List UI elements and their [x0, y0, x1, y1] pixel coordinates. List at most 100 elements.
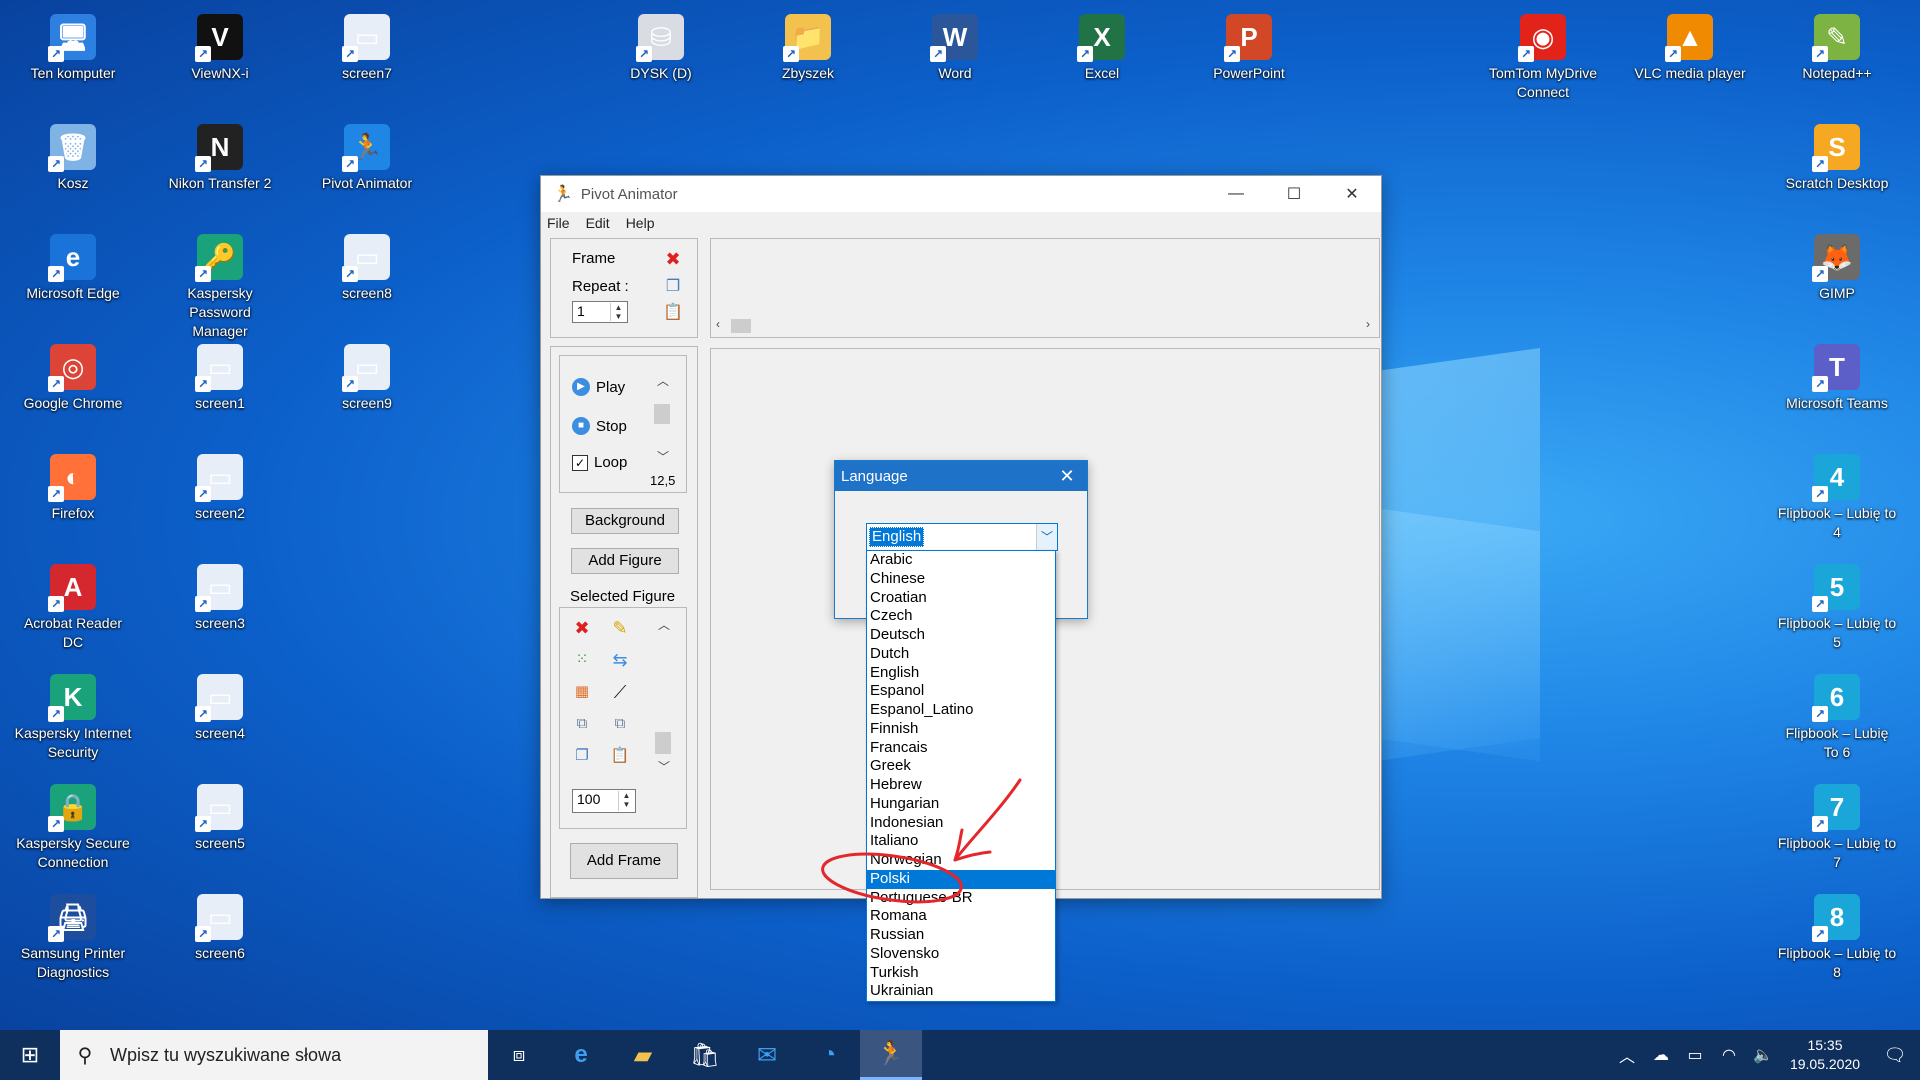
window-titlebar[interactable]: 🏃 Pivot Animator — ☐ ✕ [541, 176, 1381, 212]
edit-figure-pencil-icon[interactable]: ✎ [608, 616, 632, 640]
desktop-icon[interactable]: ▭ screen6 [160, 888, 280, 963]
language-option[interactable]: Norwegian [867, 851, 1055, 870]
flip-figure-icon[interactable]: ⇆ [608, 648, 632, 672]
language-combobox[interactable]: English ﹀ [866, 523, 1058, 551]
desktop-icon[interactable]: 🖥 Ten komputer [13, 8, 133, 83]
desktop-icon[interactable]: ◎ Google Chrome [13, 338, 133, 413]
spinner-arrows-icon[interactable]: ▲ ▼ [618, 791, 634, 811]
paste-frame-icon[interactable]: 📋 [661, 301, 685, 325]
desktop-icon[interactable]: ▭ screen4 [160, 668, 280, 743]
copy-frame-icon[interactable]: ❐ [661, 275, 685, 299]
copy-figure-icon[interactable]: ❐ [570, 744, 594, 768]
figure-scroll-up-icon[interactable]: ︿ [658, 616, 670, 633]
menu-help[interactable]: Help [626, 215, 655, 231]
taskbar-pivot-animator[interactable]: 🏃 [860, 1030, 922, 1080]
language-option[interactable]: Russian [867, 926, 1055, 945]
desktop-icon[interactable]: ▲ VLC media player [1630, 8, 1750, 83]
spinner-arrows-icon[interactable]: ▲ ▼ [610, 303, 626, 321]
stop-button[interactable]: ■ Stop [572, 417, 627, 435]
taskbar-app-compass[interactable]: ◔ [798, 1030, 860, 1080]
desktop-icon[interactable]: 7Flipbook – Lubię to 7 [1777, 778, 1897, 872]
repeat-spinner[interactable]: 1 ▲ ▼ [572, 301, 628, 323]
menu-edit[interactable]: Edit [586, 215, 610, 231]
language-dialog-titlebar[interactable]: Language ✕ [835, 461, 1087, 491]
language-option[interactable]: Chinese [867, 570, 1055, 589]
maximize-button[interactable]: ☐ [1265, 176, 1323, 212]
language-option[interactable]: Espanol [867, 682, 1055, 701]
dialog-close-icon[interactable]: ✕ [1047, 466, 1087, 487]
timeline-scroll-right-icon[interactable]: › [1366, 317, 1370, 331]
desktop-icon[interactable]: 🗑 Kosz [13, 118, 133, 193]
desktop-icon[interactable]: ◐ Firefox [13, 448, 133, 523]
add-frame-button[interactable]: Add Frame [570, 843, 678, 879]
desktop-icon[interactable]: ▭ screen8 [307, 228, 427, 303]
language-option[interactable]: Portuguese-BR [867, 889, 1055, 908]
timeline-scroll-left-icon[interactable]: ‹ [716, 317, 720, 331]
wifi-icon[interactable]: ◠ [1712, 1045, 1746, 1065]
desktop-icon[interactable]: ▭ screen7 [307, 8, 427, 83]
menu-file[interactable]: File [547, 215, 570, 231]
desktop-icon[interactable]: ▭ screen1 [160, 338, 280, 413]
language-option[interactable]: Polski [867, 869, 1055, 889]
language-option[interactable]: Italiano [867, 832, 1055, 851]
figure-scale-spinner[interactable]: 100 ▲ ▼ [572, 789, 636, 813]
desktop-icon[interactable]: 6Flipbook – Lubię To 6 [1777, 668, 1897, 762]
loop-checkbox[interactable]: ✓ Loop [572, 454, 627, 471]
desktop-icon[interactable]: ▭ screen2 [160, 448, 280, 523]
play-button[interactable]: ▶ Play [572, 378, 625, 396]
background-button[interactable]: Background [571, 508, 679, 534]
language-option[interactable]: Finnish [867, 720, 1055, 739]
desktop-icon[interactable]: e Microsoft Edge [13, 228, 133, 303]
start-button[interactable]: ⊞ [0, 1030, 60, 1080]
desktop-icon[interactable]: 📁 Zbyszek [748, 8, 868, 83]
desktop-icon[interactable]: 🏃 Pivot Animator [307, 118, 427, 193]
language-option[interactable]: Hebrew [867, 776, 1055, 795]
center-figure-icon[interactable]: ⁙ [570, 648, 594, 672]
language-option[interactable]: Hungarian [867, 795, 1055, 814]
volume-icon[interactable]: 🔈 [1746, 1045, 1780, 1065]
notification-icon[interactable]: 🗨 [1870, 1045, 1920, 1066]
figure-scroll-down-icon[interactable]: ﹀ [658, 758, 670, 775]
task-view-button[interactable]: ⧈ [488, 1030, 550, 1080]
language-option[interactable]: Ukrainian [867, 982, 1055, 1001]
language-option[interactable]: Arabic [867, 551, 1055, 570]
desktop-icon[interactable]: P PowerPoint [1189, 8, 1309, 83]
desktop-icon[interactable]: 8Flipbook – Lubię to 8 [1777, 888, 1897, 982]
language-option[interactable]: Francais [867, 739, 1055, 758]
speed-down-arrow-icon[interactable]: ﹀ [657, 448, 669, 465]
desktop-icon[interactable]: ⛁ DYSK (D) [601, 8, 721, 83]
paste-figure-icon[interactable]: 📋 [608, 744, 632, 768]
language-option[interactable]: Indonesian [867, 814, 1055, 833]
bring-front-icon[interactable]: ⧉ [570, 712, 594, 736]
delete-frame-icon[interactable]: ✖ [661, 247, 685, 271]
taskbar-edge[interactable]: e [550, 1030, 612, 1080]
timeline-scroll-thumb[interactable] [731, 319, 751, 333]
desktop-icon[interactable]: N Nikon Transfer 2 [160, 118, 280, 193]
desktop-icon[interactable]: ▭ screen3 [160, 558, 280, 633]
language-option[interactable]: Slovensko [867, 945, 1055, 964]
desktop-icon[interactable]: ▭ screen5 [160, 778, 280, 853]
desktop-icon[interactable]: T Microsoft Teams [1777, 338, 1897, 413]
clock[interactable]: 15:35 19.05.2020 [1780, 1036, 1870, 1074]
speed-slider-thumb[interactable] [654, 404, 670, 424]
close-button[interactable]: ✕ [1323, 176, 1381, 212]
language-option[interactable]: Espanol_Latino [867, 701, 1055, 720]
desktop-icon[interactable]: 4Flipbook – Lubię to 4 [1777, 448, 1897, 542]
desktop-icon[interactable]: X Excel [1042, 8, 1162, 83]
language-option[interactable]: Turkish [867, 964, 1055, 983]
desktop-icon[interactable]: ▭ screen9 [307, 338, 427, 413]
chevron-down-icon[interactable]: ﹀ [1036, 524, 1057, 550]
language-option[interactable]: Deutsch [867, 626, 1055, 645]
desktop-icon[interactable]: W Word [895, 8, 1015, 83]
desktop-icon[interactable]: ◉TomTom MyDrive Connect [1483, 8, 1603, 102]
language-option[interactable]: Croatian [867, 589, 1055, 608]
desktop-icon[interactable]: S Scratch Desktop [1777, 118, 1897, 193]
desktop-icon[interactable]: 🔒Kaspersky Secure Connection [13, 778, 133, 872]
minimize-button[interactable]: — [1207, 176, 1265, 212]
taskbar-file-explorer[interactable]: ▰ [612, 1030, 674, 1080]
join-figure-icon[interactable]: ⟋ [608, 680, 632, 704]
battery-icon[interactable]: ▭ [1678, 1045, 1712, 1065]
taskbar-search-box[interactable]: ⚲ Wpisz tu wyszukiwane słowa [60, 1030, 488, 1080]
language-option[interactable]: Romana [867, 907, 1055, 926]
add-figure-button[interactable]: Add Figure [571, 548, 679, 574]
